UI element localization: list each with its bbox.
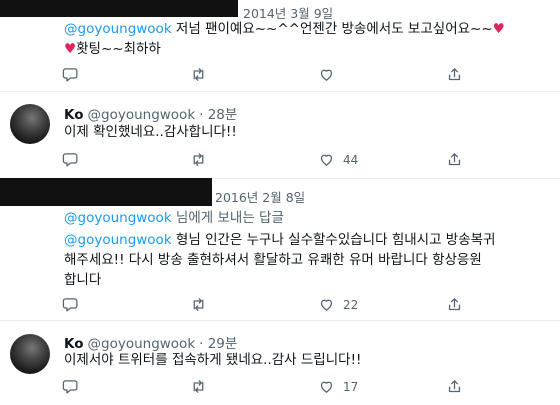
reply-button[interactable] — [62, 66, 190, 83]
reply-header: Ko @goyoungwook · 28분 — [64, 103, 237, 123]
heart-emoji-icon: ♥ — [64, 41, 77, 57]
retweet-icon — [193, 153, 204, 166]
tweet-actions — [62, 66, 463, 83]
reply-button[interactable] — [62, 151, 190, 168]
avatar[interactable] — [10, 104, 50, 144]
tweet-text-line2: 홧팅~~최하하 — [76, 41, 161, 57]
reply-time[interactable]: · 28분 — [199, 107, 237, 123]
tweet-text: @goyoungwook 저넘 팬이예요~~^^언젠간 방송에서도 보고싶어요~… — [64, 19, 554, 59]
retweet-button[interactable] — [190, 151, 318, 168]
reply-context: @goyoungwook 님에게 보내는 답글 — [64, 208, 284, 228]
retweet-button[interactable] — [190, 296, 318, 313]
reply-button[interactable] — [62, 296, 190, 313]
tweet-text-line1: 저넘 팬이예요~~^^언젠간 방송에서도 보고싶어요~~ — [171, 21, 493, 37]
tweet-text-line1: 형님 인간은 누구나 실수할수있습니다 힘내시고 방송복귀 — [171, 232, 496, 248]
reply-context-text: 님에게 보내는 답글 — [171, 210, 284, 226]
tweet-text-line3: 합니다 — [64, 272, 102, 288]
tweet-actions: 22 — [62, 296, 463, 313]
retweet-button[interactable] — [190, 66, 318, 83]
reply-icon — [62, 68, 78, 82]
reply-icon — [62, 380, 78, 394]
heart-emoji-icon: ♥ — [492, 21, 505, 37]
like-button[interactable]: 22 — [318, 296, 446, 313]
like-count: 22 — [343, 297, 359, 312]
tweet-text-line2: 해주세요!! 다시 방송 출현하셔서 활달하고 유쾌한 유머 바랍니다 항상응원 — [64, 252, 482, 268]
like-icon — [320, 69, 333, 81]
mention-link[interactable]: @goyoungwook — [64, 21, 172, 37]
redacted-user-info — [0, 0, 238, 17]
share-button[interactable] — [446, 151, 463, 168]
retweet-button[interactable] — [190, 378, 318, 395]
user-handle[interactable]: @goyoungwook — [88, 107, 196, 123]
share-icon — [448, 68, 461, 81]
share-button[interactable] — [446, 66, 463, 83]
reply-actions: 44 — [62, 151, 463, 168]
tweet-date: 2016년 2월 8일 — [215, 190, 306, 205]
reply-text: 이제 확인했네요..감사합니다!! — [64, 124, 237, 140]
avatar[interactable] — [10, 334, 50, 374]
share-button[interactable] — [446, 296, 463, 313]
redacted-user-info — [0, 178, 212, 206]
retweet-icon — [193, 298, 204, 311]
reply-text: 이제서야 트위터를 접속하게 됐네요..감사 드립니다!! — [64, 352, 362, 368]
like-button[interactable] — [318, 66, 446, 83]
like-count: 44 — [343, 152, 359, 167]
divider — [0, 320, 560, 321]
tweet-text: @goyoungwook 형님 인간은 누구나 실수할수있습니다 힘내시고 방송… — [64, 230, 554, 290]
share-icon — [448, 380, 461, 393]
divider — [0, 91, 560, 92]
like-count: 17 — [343, 379, 359, 394]
like-icon — [320, 381, 333, 393]
like-button[interactable]: 17 — [318, 378, 446, 395]
like-icon — [320, 299, 333, 311]
like-icon — [320, 154, 333, 166]
reply-actions: 17 — [62, 378, 463, 395]
retweet-icon — [193, 68, 204, 81]
reply-header: Ko @goyoungwook · 29분 — [64, 332, 237, 352]
mention-link[interactable]: @goyoungwook — [64, 232, 172, 248]
reply-icon — [62, 298, 78, 312]
like-button[interactable]: 44 — [318, 151, 446, 168]
share-icon — [448, 153, 461, 166]
share-button[interactable] — [446, 378, 463, 395]
mention-link[interactable]: @goyoungwook — [64, 210, 172, 226]
reply-icon — [62, 153, 78, 167]
reply-button[interactable] — [62, 378, 190, 395]
share-icon — [448, 298, 461, 311]
retweet-icon — [193, 380, 204, 393]
display-name[interactable]: Ko — [64, 107, 84, 123]
